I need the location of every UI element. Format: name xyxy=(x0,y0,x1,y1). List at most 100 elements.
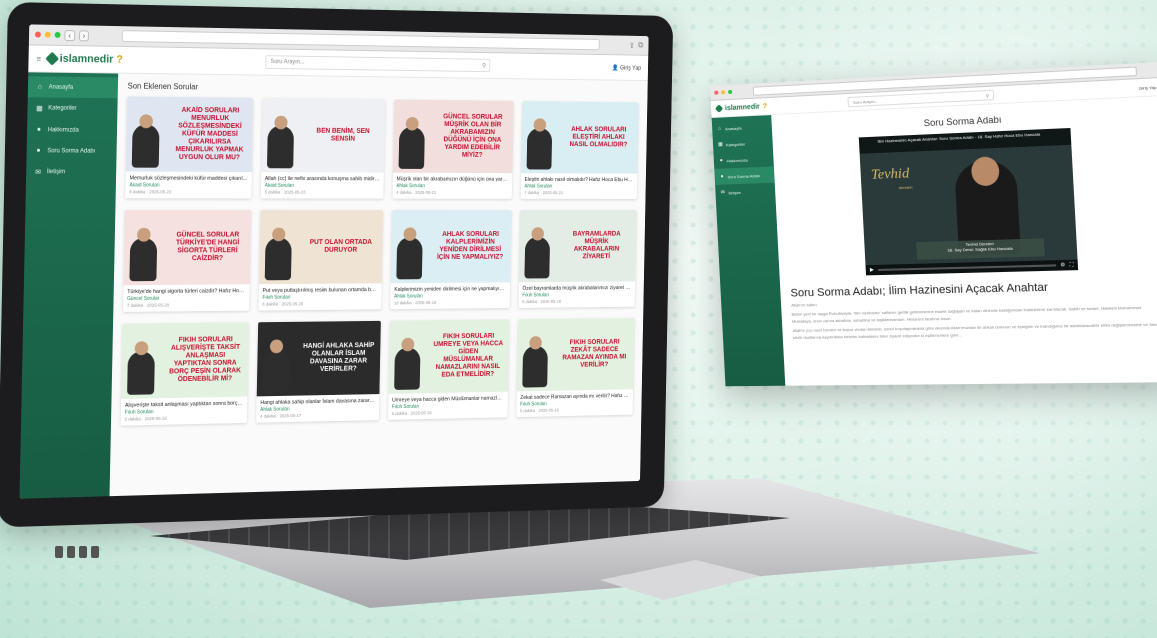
sidebar-item-label: Hakkımızda xyxy=(47,126,79,134)
site-logo[interactable]: islamnedir? xyxy=(44,51,123,66)
thumbnail-caption: GÜNCEL SORULAR MÜŞRİK OLAN BİR AKRABAMIZ… xyxy=(443,113,503,159)
question-icon: ● xyxy=(36,147,41,155)
question-card[interactable]: AHLAK SORULARI ELEŞTİRİ AHLAKI NASIL OLM… xyxy=(520,101,639,199)
question-grid: AKAİD SORULARI MENURLUK SÖZLEŞMESİNDEKİ … xyxy=(120,96,639,426)
question-card[interactable]: FIKIH SORULARI ZEKÂT SADECE RAMAZAN AYIN… xyxy=(516,318,635,418)
question-thumbnail[interactable]: BEN BENİM, SEN SENSİN xyxy=(261,98,386,173)
forward-button[interactable]: › xyxy=(78,29,90,41)
question-icon: ● xyxy=(720,173,724,180)
video-title-bar: İlim Hazinesinin Açacak Anahtar: Soru So… xyxy=(858,127,1072,154)
sidebar-item-0[interactable]: ⌂ Anasayfa xyxy=(27,76,119,99)
question-thumbnail[interactable]: AKAİD SORULARI MENURLUK SÖZLEŞMESİNDEKİ … xyxy=(125,96,254,173)
question-card[interactable]: GÜNCEL SORULAR MÜŞRİK OLAN BİR AKRABAMIZ… xyxy=(392,99,514,199)
video-logo-sub: dersleri xyxy=(898,184,913,191)
fullscreen-icon[interactable]: ⛶ xyxy=(1069,262,1073,268)
search-placeholder: Soru Arayın... xyxy=(270,59,305,66)
card-title[interactable]: Müşrik olan bir akrabamızın düğünü için … xyxy=(393,173,512,184)
question-thumbnail[interactable]: AHLAK SORULARI KALPLERİMİZİN YENİDEN DİR… xyxy=(390,210,512,284)
section-title: Son Eklenen Sorular xyxy=(127,81,199,92)
minimize-window-dot[interactable] xyxy=(44,31,51,38)
login-link-2[interactable]: Giriş Yap xyxy=(1139,84,1157,90)
logo-mark-icon xyxy=(714,104,724,113)
tabs-icon[interactable]: ⧉ xyxy=(638,41,643,50)
article-paragraph-2: Allah'a (cc) nasıl izinden ve kuyuz vicd… xyxy=(792,321,1157,340)
sidebar-item-label: Hakkımızda xyxy=(726,157,748,163)
search-input[interactable]: Soru Arayın... ⚲ xyxy=(265,55,491,73)
sidebar-item-4[interactable]: ✉ İletişim xyxy=(26,161,116,183)
sidebar-item-label: Kategoriler xyxy=(725,141,746,147)
question-card[interactable]: HANGİ AHLAKA SAHİP OLANLAR İSLAM DAVASIN… xyxy=(256,320,381,423)
sidebar-item-label: İletişim xyxy=(728,189,741,195)
maximize-window-dot[interactable] xyxy=(54,31,61,38)
logo-text: islamnedir xyxy=(59,52,114,66)
thumbnail-caption: FIKIH SORULARI UMREYE VEYA HACCA GİDEN M… xyxy=(433,332,504,379)
video-player[interactable]: İlim Hazinesinin Açacak Anahtar: Soru So… xyxy=(858,127,1079,276)
home-icon: ⌂ xyxy=(37,83,42,91)
search-icon[interactable]: ⚲ xyxy=(482,62,486,69)
question-thumbnail[interactable]: FIKIH SORULARI ALIŞVERİŞTE TAKSİT ANLAŞM… xyxy=(121,322,249,399)
mail-icon: ✉ xyxy=(720,189,726,196)
question-card[interactable]: FIKIH SORULARI ALIŞVERİŞTE TAKSİT ANLAŞM… xyxy=(120,322,249,426)
question-thumbnail[interactable]: GÜNCEL SORULAR TÜRKİYE'DE HANGİ SİGORTA … xyxy=(123,210,252,286)
play-icon[interactable]: ▶ xyxy=(870,267,874,273)
question-card[interactable]: FIKIH SORULARI UMREYE VEYA HACCA GİDEN M… xyxy=(388,319,510,420)
question-thumbnail[interactable]: AHLAK SORULARI ELEŞTİRİ AHLAKI NASIL OLM… xyxy=(521,101,639,174)
question-card[interactable]: PUT OLAN ORTADA DURUYOR Put veya putlaştı… xyxy=(258,210,384,311)
close-window-dot[interactable] xyxy=(34,31,41,38)
question-thumbnail[interactable]: PUT OLAN ORTADA DURUYOR xyxy=(258,210,384,285)
minimize-window-dot[interactable] xyxy=(721,90,726,95)
info-icon: ● xyxy=(719,157,723,164)
logo-mark-icon xyxy=(44,51,59,66)
maximize-window-dot[interactable] xyxy=(728,89,733,95)
card-title[interactable]: Memurluk sözleşmesindeki küfür maddesi ç… xyxy=(126,172,252,183)
speaker-image xyxy=(131,124,160,168)
login-link[interactable]: 👤 Giriş Yap xyxy=(612,64,641,71)
laptop-lid: ‹ › ⇪ ⧉ ≡ islamnedir? Soru Arayın... ⚲ 👤… xyxy=(0,2,674,528)
speaker-image xyxy=(524,236,551,279)
close-window-dot[interactable] xyxy=(714,90,719,95)
share-icon[interactable]: ⇪ xyxy=(629,41,635,50)
menu-icon[interactable]: ≡ xyxy=(36,54,41,63)
speaker-image xyxy=(264,237,292,281)
thumbnail-caption: BAYRAMLARDA MÜŞRİK AKRABALARIN ZİYARETİ xyxy=(572,230,621,261)
card-title[interactable]: Allah (cc) ile nefis arasında konuşma sa… xyxy=(261,172,384,183)
speaker-image xyxy=(129,237,158,282)
question-thumbnail[interactable]: GÜNCEL SORULAR MÜŞRİK OLAN BİR AKRABAMIZ… xyxy=(392,99,514,174)
login-label: Giriş Yap xyxy=(620,65,642,72)
thumbnail-caption: PUT OLAN ORTADA DURUYOR xyxy=(309,239,372,254)
thumbnail-caption: AHLAK SORULARI ELEŞTİRİ AHLAKI NASIL OLM… xyxy=(569,126,628,149)
speaker-image xyxy=(398,126,425,169)
video-lower-third: Tevhid Dersleri 18. Say Dersi: Sağlık Eb… xyxy=(916,238,1045,260)
question-card[interactable]: AHLAK SORULARI KALPLERİMİZİN YENİDEN DİR… xyxy=(390,210,512,310)
laptop-screen: ‹ › ⇪ ⧉ ≡ islamnedir? Soru Arayın... ⚲ 👤… xyxy=(19,24,649,499)
settings-icon[interactable]: ⚙ xyxy=(1060,262,1065,268)
card-title[interactable]: Eleştiri ahlakı nasıl olmalıdır? Hafız H… xyxy=(521,173,638,184)
question-thumbnail[interactable]: BAYRAMLARDA MÜŞRİK AKRABALARIN ZİYARETİ xyxy=(519,210,637,283)
floating-browser-window: islamnedir? Soru Arayın... ⚲ Giriş Yap ⌂… xyxy=(710,62,1157,387)
card-meta: 8 dakika · 2025-05-23 xyxy=(129,189,172,195)
speaker-image xyxy=(127,351,155,395)
sidebar-item-1[interactable]: ▦ Kategoriler xyxy=(27,97,117,120)
question-thumbnail[interactable]: FIKIH SORULARI ZEKÂT SADECE RAMAZAN AYIN… xyxy=(516,318,635,392)
question-card[interactable]: GÜNCEL SORULAR TÜRKİYE'DE HANGİ SİGORTA … xyxy=(122,210,252,312)
back-button[interactable]: ‹ xyxy=(64,29,75,41)
card-meta: 7 dakika · 2025-05-20 xyxy=(126,302,170,308)
question-card[interactable]: AKAİD SORULARI MENURLUK SÖZLEŞMESİNDEKİ … xyxy=(125,96,254,199)
question-thumbnail[interactable]: FIKIH SORULARI UMREYE VEYA HACCA GİDEN M… xyxy=(388,319,510,394)
site-logo-2[interactable]: islamnedir? xyxy=(714,103,767,113)
card-meta: 9 dakika · 2025-05-18 xyxy=(522,298,562,305)
question-card[interactable]: BEN BENİM, SEN SENSİN Allah (cc) ile nefi… xyxy=(260,98,386,199)
sidebar-item-2[interactable]: ● Hakkımızda xyxy=(27,119,117,141)
question-card[interactable]: BAYRAMLARDA MÜŞRİK AKRABALARIN ZİYARETİ Ö… xyxy=(518,210,637,308)
speaker-image xyxy=(394,347,421,390)
login-label: Giriş Yap xyxy=(1138,84,1157,91)
thumbnail-caption: AHLAK SORULARI KALPLERİMİZİN YENİDEN DİR… xyxy=(436,231,504,261)
search-icon[interactable]: ⚲ xyxy=(986,93,989,98)
sidebar-item-3[interactable]: ● Soru Sorma Adabı xyxy=(26,140,116,161)
grid-icon: ▦ xyxy=(717,141,723,148)
question-thumbnail[interactable]: HANGİ AHLAKA SAHİP OLANLAR İSLAM DAVASIN… xyxy=(256,320,381,397)
speaker-image xyxy=(522,345,548,388)
thumbnail-caption: BEN BENİM, SEN SENSİN xyxy=(316,127,370,143)
video-progress-bar[interactable] xyxy=(877,264,1057,271)
sidebar-item-4[interactable]: ✉ İletişim xyxy=(715,183,775,201)
